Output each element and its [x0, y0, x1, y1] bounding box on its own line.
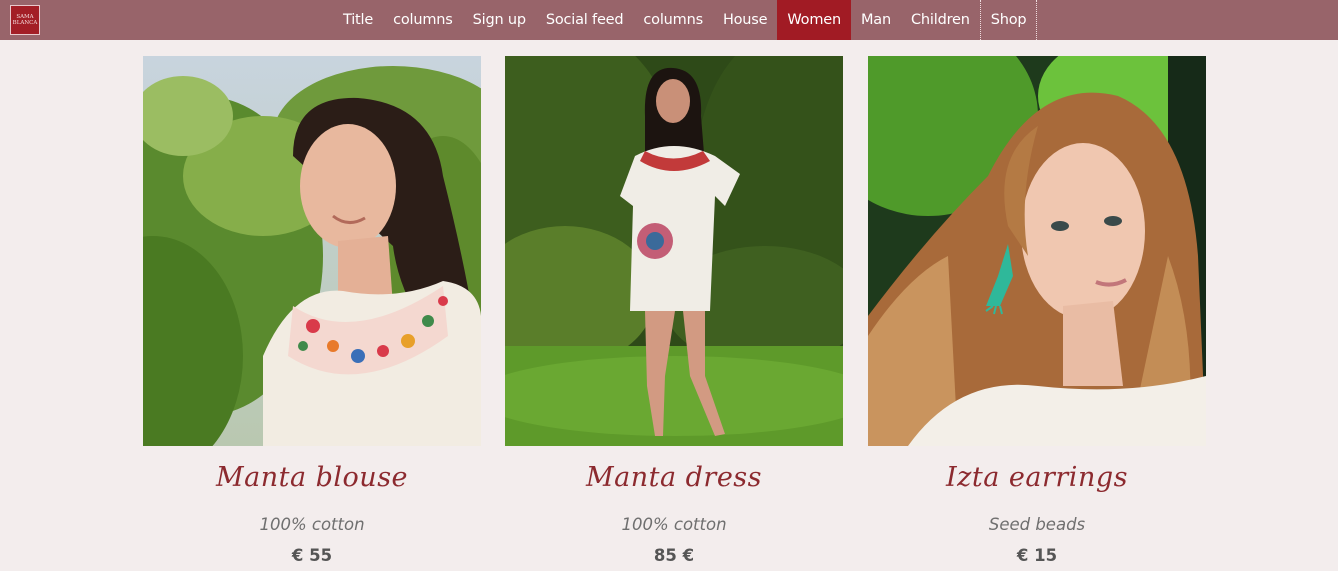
product-title[interactable]: Manta blouse — [143, 462, 481, 493]
product-price: € 15 — [1016, 546, 1058, 565]
product-material: Seed beads — [988, 515, 1086, 534]
woman-in-dress-image — [505, 56, 843, 446]
nav-item-title[interactable]: Title — [333, 0, 383, 40]
product-card-izta-earrings[interactable] — [868, 56, 1206, 446]
main-nav: Title columns Sign up Social feed column… — [333, 0, 1038, 40]
nav-item-children[interactable]: Children — [901, 0, 980, 40]
product-price: € 55 — [291, 546, 333, 565]
nav-item-social-feed[interactable]: Social feed — [536, 0, 634, 40]
brand-logo[interactable]: SAMA BLANCA — [10, 5, 40, 35]
product-photo-manta-blouse[interactable] — [143, 56, 481, 446]
nav-item-man[interactable]: Man — [851, 0, 901, 40]
product-card-manta-dress[interactable] — [505, 56, 843, 446]
nav-item-women[interactable]: Women — [777, 0, 851, 40]
nav-item-sign-up[interactable]: Sign up — [463, 0, 536, 40]
woman-with-earrings-image — [868, 56, 1206, 446]
product-photo-manta-dress[interactable] — [505, 56, 843, 446]
product-photo-izta-earrings[interactable] — [868, 56, 1206, 446]
product-title[interactable]: Izta earrings — [868, 462, 1206, 493]
product-material: 100% cotton — [621, 515, 727, 534]
nav-item-columns[interactable]: columns — [383, 0, 463, 40]
product-material: 100% cotton — [259, 515, 365, 534]
product-title[interactable]: Manta dress — [505, 462, 843, 493]
product-card-manta-blouse[interactable] — [143, 56, 481, 446]
woman-in-blouse-image — [143, 56, 481, 446]
nav-item-shop[interactable]: Shop — [979, 0, 1038, 40]
top-navbar: SAMA BLANCA Title columns Sign up Social … — [0, 0, 1338, 40]
nav-item-columns-2[interactable]: columns — [633, 0, 713, 40]
nav-item-house[interactable]: House — [713, 0, 777, 40]
product-price: 85 € — [653, 546, 695, 565]
logo-mark: SAMA BLANCA — [12, 14, 38, 26]
